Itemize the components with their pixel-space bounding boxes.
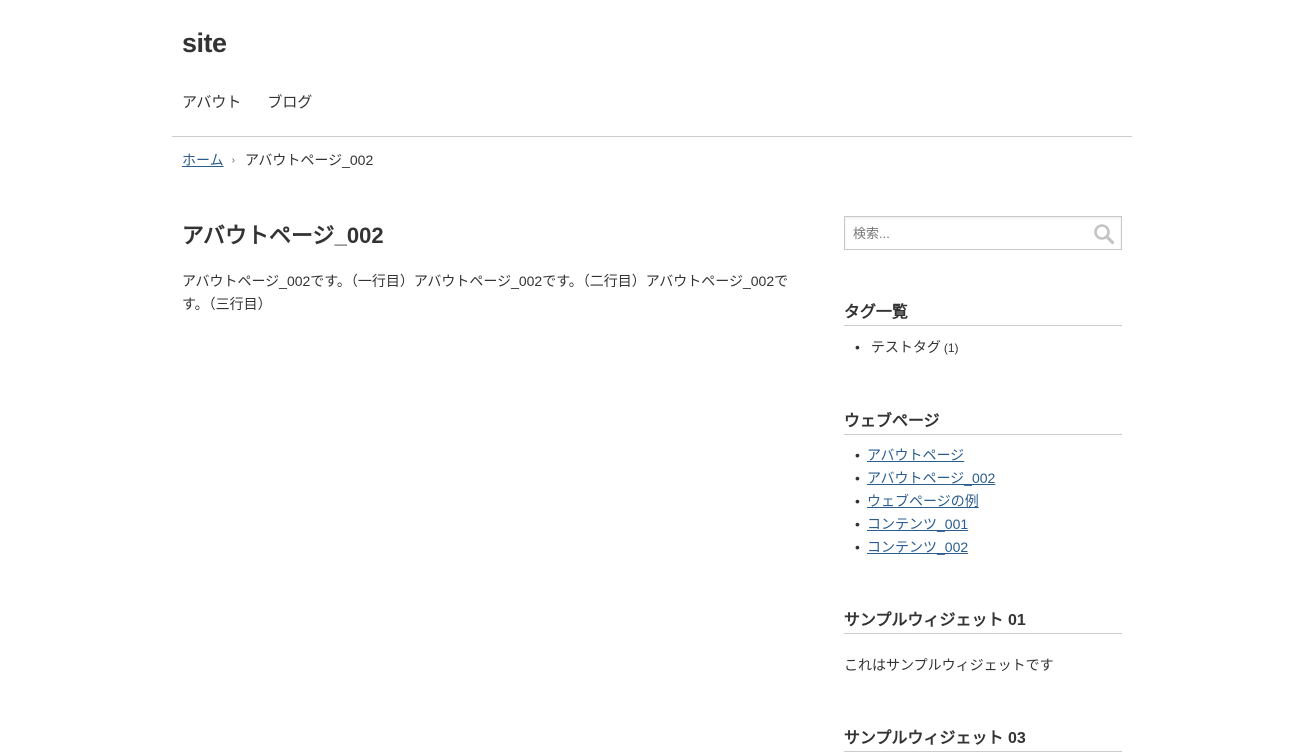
global-nav: アバウト ブログ (182, 91, 312, 112)
breadcrumb: ホーム › アバウトページ_002 (182, 150, 373, 170)
webpage-link[interactable]: コンテンツ_001 (867, 516, 968, 532)
tag-count: (1) (943, 341, 959, 355)
list-item: テストタグ(1) (855, 336, 959, 360)
webpage-link[interactable]: ウェブページの例 (867, 493, 979, 509)
nav-item-blog[interactable]: ブログ (267, 91, 312, 112)
widget-title-sample-01: サンプルウィジェット 01 (844, 606, 1122, 634)
widget-title-tags: タグ一覧 (844, 298, 1122, 326)
page-title: アバウトページ_002 (182, 223, 384, 248)
list-item: コンテンツ_002 (855, 536, 995, 559)
tag-list: テストタグ(1) (855, 336, 959, 360)
webpage-link[interactable]: アバウトページ (867, 447, 964, 463)
search-input[interactable] (845, 217, 1093, 249)
list-item: ウェブページの例 (855, 490, 995, 513)
page-body-text: アバウトページ_002です。（一行目）アバウトページ_002です。（二行目）アバ… (182, 273, 789, 312)
header-divider (172, 136, 1132, 137)
site-title[interactable]: site (182, 28, 227, 59)
nav-item-about[interactable]: アバウト (182, 91, 241, 112)
tag-label[interactable]: テストタグ (871, 339, 941, 355)
search-form (844, 216, 1122, 250)
search-icon[interactable] (1093, 223, 1115, 245)
breadcrumb-current: アバウトページ_002 (244, 152, 374, 168)
webpage-link[interactable]: アバウトページ_002 (867, 470, 995, 486)
list-item: コンテンツ_001 (855, 513, 995, 536)
widget-title-webpages: ウェブページ (844, 407, 1122, 435)
widget-title-sample-03: サンプルウィジェット 03 (844, 724, 1122, 752)
widget-text-sample-01: これはサンプルウィジェットです (844, 657, 1054, 673)
list-item: アバウトページ (855, 444, 995, 467)
webpage-link[interactable]: コンテンツ_002 (867, 539, 968, 555)
page: site アバウト ブログ ホーム › アバウトページ_002 アバウトページ_… (0, 0, 1304, 752)
breadcrumb-separator: › (231, 154, 235, 166)
webpage-list: アバウトページ アバウトページ_002 ウェブページの例 コンテンツ_001 コ… (855, 444, 995, 559)
list-item: アバウトページ_002 (855, 467, 995, 490)
breadcrumb-home-link[interactable]: ホーム (182, 150, 224, 170)
